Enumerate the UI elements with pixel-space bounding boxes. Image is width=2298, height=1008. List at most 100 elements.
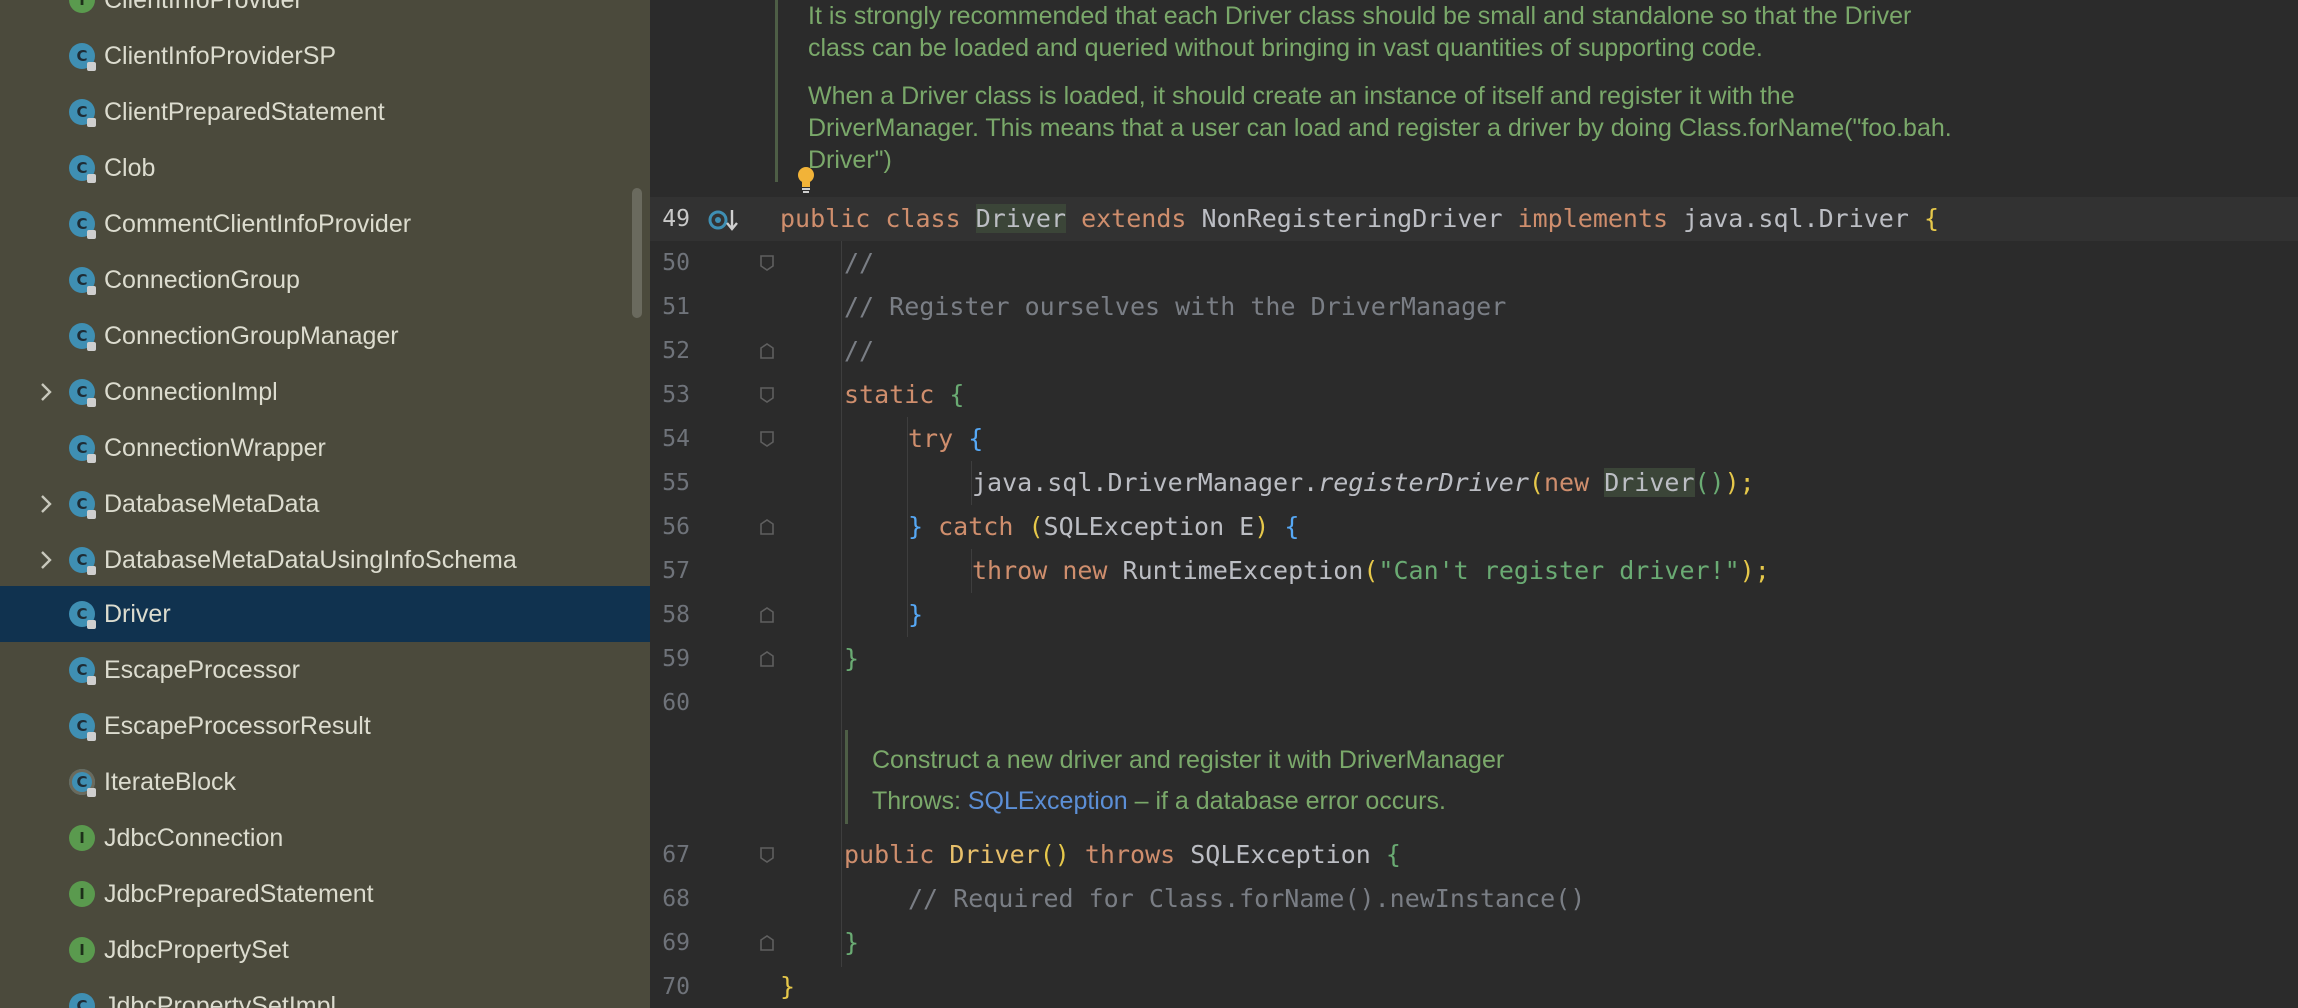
chevron-right-icon[interactable]	[36, 494, 56, 514]
keyword: throw	[972, 556, 1048, 585]
line-number: 53	[662, 382, 690, 408]
code-line-59[interactable]: 59 }	[650, 637, 2298, 681]
code-editor[interactable]: It is strongly recommended that each Dri…	[650, 0, 2298, 1008]
tree-item-label: ConnectionGroup	[104, 265, 300, 294]
code-text: }	[844, 637, 859, 681]
tree-item-selected[interactable]: C Driver	[0, 586, 650, 642]
paren: ()	[1039, 840, 1070, 869]
fold-icon[interactable]	[759, 846, 775, 864]
doc-throws: Throws: SQLException – if a database err…	[872, 781, 1504, 822]
brace: }	[908, 600, 924, 629]
code-text: }	[780, 965, 795, 1008]
comment: //	[844, 336, 875, 365]
fold-icon[interactable]	[759, 606, 775, 624]
tree-item[interactable]: C IterateBlock	[0, 754, 650, 810]
interface-icon: I	[69, 937, 95, 963]
doc-comment-bar	[775, 0, 778, 182]
lock-icon	[87, 342, 96, 351]
code-line-56[interactable]: 56 } catch (SQLException E) {	[650, 505, 2298, 549]
tree-item[interactable]: C ConnectionGroupManager	[0, 308, 650, 364]
tree-item-label: JdbcPropertySetImpl	[104, 991, 337, 1008]
fold-icon[interactable]	[759, 934, 775, 952]
string-literal: "Can't register driver!"	[1378, 556, 1740, 585]
lightbulb-icon[interactable]	[796, 166, 816, 194]
tree-item[interactable]: I JdbcConnection	[0, 810, 650, 866]
code-line-51[interactable]: 51 // Register ourselves with the Driver…	[650, 285, 2298, 329]
code-line-69[interactable]: 69 }	[650, 921, 2298, 965]
tree-item[interactable]: I JdbcPreparedStatement	[0, 866, 650, 922]
fold-icon[interactable]	[759, 254, 775, 272]
brace: {	[1284, 512, 1300, 541]
indent-guide	[841, 241, 842, 967]
doc-comment-top: It is strongly recommended that each Dri…	[808, 0, 1952, 176]
class-name: Driver	[975, 204, 1067, 233]
tree-item[interactable]: C ConnectionGroup	[0, 252, 650, 308]
brace: }	[844, 928, 860, 957]
tree-item-label: ClientInfoProviderSP	[104, 41, 337, 70]
line-number: 60	[662, 690, 690, 716]
code-line-70[interactable]: 70 }	[650, 965, 2298, 1008]
fold-icon[interactable]	[759, 342, 775, 360]
implementation-icon[interactable]	[708, 206, 740, 234]
indent-guide	[971, 461, 972, 505]
code-line-60[interactable]: 60	[650, 681, 2298, 725]
line-number: 50	[662, 250, 690, 276]
code-text: public Driver() throws SQLException {	[844, 833, 1401, 877]
code-line-52[interactable]: 52 //	[650, 329, 2298, 373]
code-line-68[interactable]: 68 // Required for Class.forName().newIn…	[650, 877, 2298, 921]
doc-exception-link[interactable]: SQLException	[968, 787, 1128, 815]
tree-item[interactable]: C DatabaseMetaData	[0, 476, 650, 532]
code-text: try {	[908, 417, 983, 461]
code-line-67[interactable]: 67 public Driver() throws SQLException {	[650, 833, 2298, 877]
interface-icon: I	[69, 0, 95, 13]
doc-text: It is strongly recommended that each Dri…	[808, 2, 1912, 30]
brace: {	[949, 380, 965, 409]
code-line-49[interactable]: 49 public class Driver extends NonRegist…	[650, 197, 2298, 241]
tree-item[interactable]: C ClientInfoProviderSP	[0, 28, 650, 84]
sidebar-scrollbar[interactable]	[632, 188, 642, 318]
tree-item[interactable]: C ConnectionImpl	[0, 364, 650, 420]
tree-item[interactable]: C ConnectionWrapper	[0, 420, 650, 476]
tree-item[interactable]: I ClientInfoProvider	[0, 0, 650, 28]
interface-icon: I	[69, 881, 95, 907]
lock-icon	[87, 788, 96, 797]
code-line-55[interactable]: 55 java.sql.DriverManager.registerDriver…	[650, 461, 2298, 505]
fold-icon[interactable]	[759, 386, 775, 404]
comment: // Required for Class.forName().newInsta…	[908, 884, 1586, 913]
code-text: } catch (SQLException E) {	[908, 505, 1299, 549]
brace: }	[780, 972, 796, 1001]
keyword: public	[844, 840, 935, 869]
fold-icon[interactable]	[759, 430, 775, 448]
paren: );	[1724, 468, 1755, 497]
tree-item[interactable]: C CommentClientInfoProvider	[0, 196, 650, 252]
chevron-right-icon[interactable]	[36, 550, 56, 570]
chevron-right-icon[interactable]	[36, 382, 56, 402]
fold-icon[interactable]	[759, 650, 775, 668]
tree-item[interactable]: C JdbcPropertySetImpl	[0, 978, 650, 1008]
doc-throws-label: Throws:	[872, 787, 961, 815]
code-line-57[interactable]: 57 throw new RuntimeException("Can't reg…	[650, 549, 2298, 593]
lock-icon	[87, 118, 96, 127]
fold-icon[interactable]	[759, 518, 775, 536]
code-line-53[interactable]: 53 static {	[650, 373, 2298, 417]
tree-item[interactable]: C EscapeProcessorResult	[0, 698, 650, 754]
brace: {	[1923, 204, 1940, 233]
interface-icon: I	[69, 825, 95, 851]
class-name: java.sql.Driver	[1668, 204, 1924, 233]
code-line-54[interactable]: 54 try {	[650, 417, 2298, 461]
code-line-50[interactable]: 50 //	[650, 241, 2298, 285]
paren: (	[1363, 556, 1379, 585]
tree-item-label: Driver	[104, 599, 171, 628]
lock-icon	[87, 286, 96, 295]
tree-item[interactable]: I JdbcPropertySet	[0, 922, 650, 978]
tree-item[interactable]: C Clob	[0, 140, 650, 196]
code-line-58[interactable]: 58 }	[650, 593, 2298, 637]
tree-item-label: ConnectionGroupManager	[104, 321, 399, 350]
line-number: 58	[662, 602, 690, 628]
tree-item[interactable]: C ClientPreparedStatement	[0, 84, 650, 140]
tree-item[interactable]: C EscapeProcessor	[0, 642, 650, 698]
tree-item[interactable]: C DatabaseMetaDataUsingInfoSchema	[0, 532, 650, 588]
indent-guide	[971, 549, 972, 593]
